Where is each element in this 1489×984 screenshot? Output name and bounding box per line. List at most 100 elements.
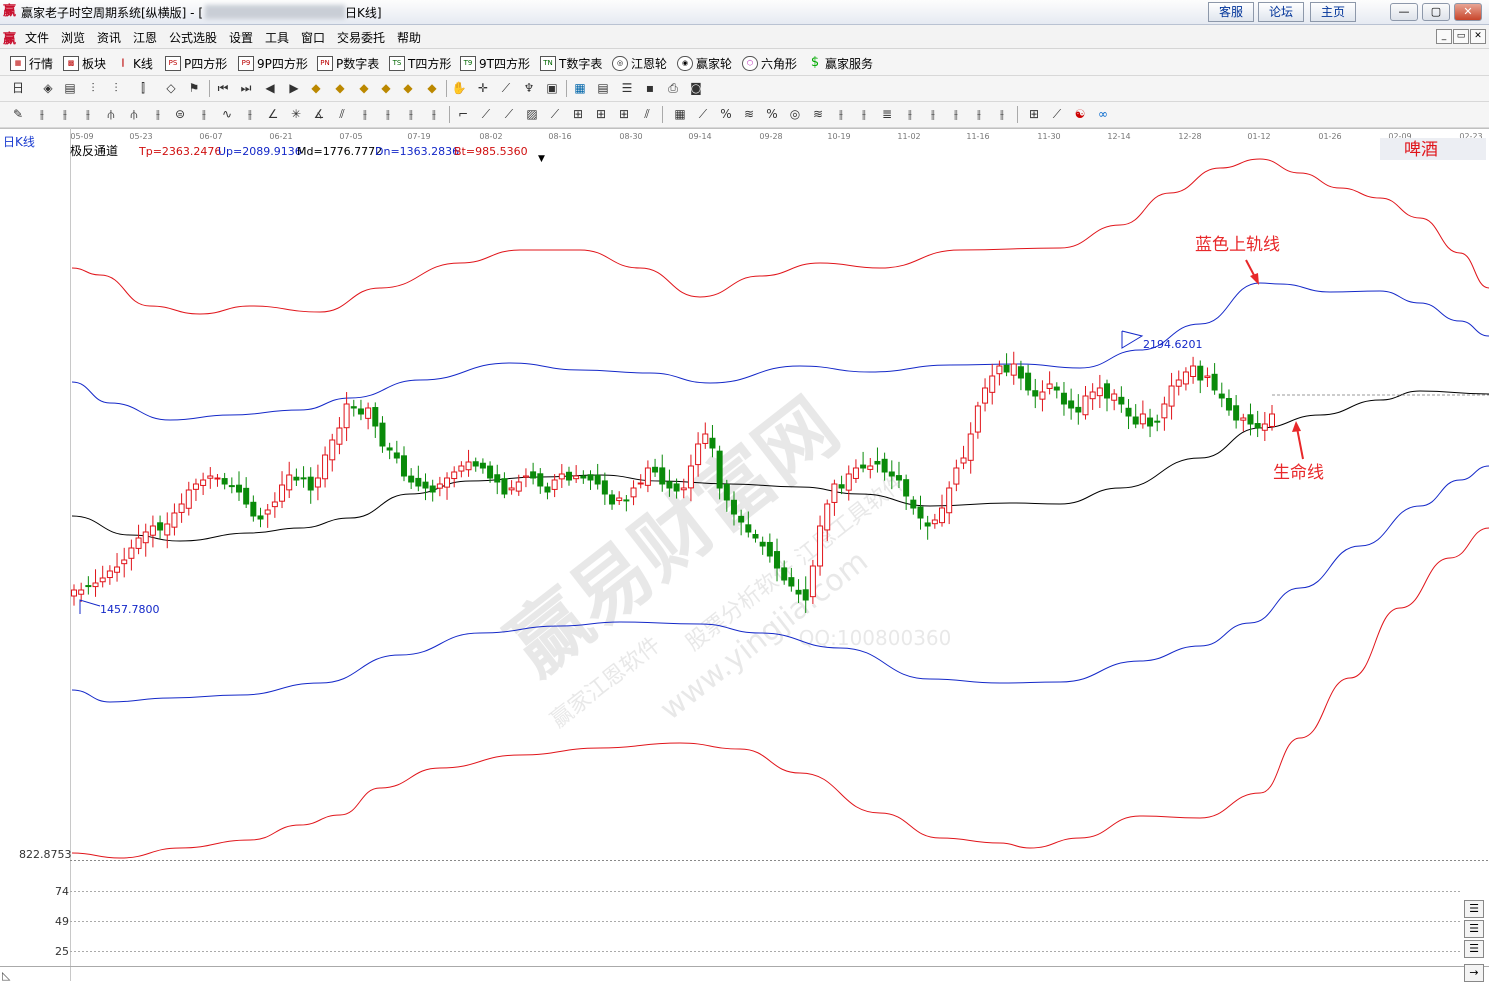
panel-button-2[interactable]: ☰: [1464, 920, 1484, 938]
tb-p-square-button[interactable]: PS P四方形: [165, 55, 227, 71]
close-button[interactable]: ✕: [1454, 3, 1482, 21]
star-icon[interactable]: ✳: [288, 107, 304, 122]
sine-icon[interactable]: ∿: [219, 107, 235, 122]
left-icon[interactable]: ◀: [262, 81, 278, 96]
menu-window[interactable]: 窗口: [301, 29, 325, 46]
flag-icon[interactable]: ⚑: [186, 81, 202, 96]
mdi-close-icon[interactable]: ✕: [1470, 29, 1486, 44]
tb-sector-button[interactable]: ▩ 板块: [63, 55, 106, 71]
tb-hexagon-button[interactable]: ⬡ 六角形: [742, 55, 797, 71]
menu-help[interactable]: 帮助: [397, 29, 421, 46]
percent-icon[interactable]: %: [718, 107, 734, 122]
zoom-fit-icon[interactable]: ◆: [356, 81, 372, 96]
minimize-button[interactable]: —: [1390, 3, 1418, 21]
mdi-minimize-icon[interactable]: _: [1436, 29, 1452, 44]
list-icon[interactable]: ☰: [619, 81, 635, 96]
pattern-icon[interactable]: ◈: [40, 81, 56, 96]
calendar-icon[interactable]: ▦: [572, 81, 588, 96]
shape-icon[interactable]: ♆: [521, 81, 537, 96]
panel-button-3[interactable]: ☰: [1464, 940, 1484, 958]
tb-winner-wheel-button[interactable]: ◉ 赢家轮: [677, 55, 732, 71]
zoom-out-icon[interactable]: ◆: [332, 81, 348, 96]
ladder6-icon[interactable]: ⫲: [242, 107, 258, 122]
mdi-restore-icon[interactable]: ▭: [1453, 29, 1469, 44]
last-icon[interactable]: ⏭: [238, 81, 254, 96]
forum-button[interactable]: 论坛: [1258, 2, 1304, 22]
tb-9p-square-button[interactable]: P9 9P四方形: [238, 55, 308, 71]
tb-t-table-button[interactable]: TN T数字表: [540, 55, 602, 71]
tb-9t-square-button[interactable]: T9 9T四方形: [460, 55, 530, 71]
menu-browse[interactable]: 浏览: [61, 29, 85, 46]
print-icon[interactable]: ⎙: [665, 81, 681, 96]
gann-grid-icon[interactable]: ⊞: [570, 107, 586, 122]
infinity-icon[interactable]: ∞: [1095, 107, 1111, 122]
gann-fan2-icon[interactable]: ⟋: [501, 107, 517, 122]
fan4-icon[interactable]: ⫲: [403, 107, 419, 122]
fib3-icon[interactable]: ◎: [787, 107, 803, 122]
crosshair-icon[interactable]: ✛: [475, 81, 491, 96]
fork2-icon[interactable]: ⫛: [126, 107, 142, 122]
gann-fan-icon[interactable]: ⟋: [478, 107, 494, 122]
zoom-in-icon[interactable]: ◆: [308, 81, 324, 96]
zoom-h-icon[interactable]: ◆: [378, 81, 394, 96]
kline-chart[interactable]: 05-09 05-23 06-07 06-21 07-05 07-19 08-02 08-16…: [0, 128, 1489, 982]
angle2-icon[interactable]: ∡: [311, 107, 327, 122]
fib7-icon[interactable]: ≣: [879, 107, 895, 122]
fib9-icon[interactable]: ⫲: [925, 107, 941, 122]
fan3-icon[interactable]: ⫲: [380, 107, 396, 122]
menu-settings[interactable]: 设置: [229, 29, 253, 46]
tb-service-button[interactable]: $ 赢家服务: [808, 55, 873, 71]
fib8-icon[interactable]: ⫲: [902, 107, 918, 122]
fib4-icon[interactable]: ≋: [810, 107, 826, 122]
gann-grid3-icon[interactable]: ⊞: [616, 107, 632, 122]
fib-icon[interactable]: ≋: [741, 107, 757, 122]
fib5-icon[interactable]: ⫲: [833, 107, 849, 122]
indicator-dropdown-icon[interactable]: ▼: [538, 154, 545, 164]
bars-up-icon[interactable]: ⫶: [85, 81, 101, 96]
ladder5-icon[interactable]: ⫲: [196, 107, 212, 122]
yin-yang-icon[interactable]: ☯: [1072, 107, 1088, 122]
fan2-icon[interactable]: ⫲: [357, 107, 373, 122]
tb-p-table-button[interactable]: PN P数字表: [317, 55, 379, 71]
menu-news[interactable]: 资讯: [97, 29, 121, 46]
fib2-icon[interactable]: %: [764, 107, 780, 122]
fib12-icon[interactable]: ⫲: [994, 107, 1010, 122]
eraser-icon[interactable]: ▣: [544, 81, 560, 96]
ladder3-icon[interactable]: ⫲: [80, 107, 96, 122]
ladder-icon[interactable]: ⫲: [34, 107, 50, 122]
table2-icon[interactable]: ▦: [672, 107, 688, 122]
angle-icon[interactable]: ∠: [265, 107, 281, 122]
maximize-button[interactable]: ▢: [1422, 3, 1450, 21]
service-button[interactable]: 客服: [1208, 2, 1254, 22]
fib11-icon[interactable]: ⫲: [971, 107, 987, 122]
hand-icon[interactable]: ✋: [451, 81, 467, 96]
zoom-all-icon[interactable]: ◆: [424, 81, 440, 96]
menu-gann[interactable]: 江恩: [133, 29, 157, 46]
trend-icon[interactable]: ⟋: [695, 107, 711, 122]
chart-line-icon[interactable]: ⟋: [1049, 107, 1065, 122]
rect-icon[interactable]: ⌐: [455, 107, 471, 122]
save-icon[interactable]: ▪: [642, 81, 658, 96]
menu-tools[interactable]: 工具: [265, 29, 289, 46]
scroll-right-button[interactable]: →: [1464, 964, 1484, 982]
gann-grid2-icon[interactable]: ⊞: [593, 107, 609, 122]
period-menu-icon[interactable]: 日: [10, 81, 26, 96]
fib10-icon[interactable]: ⫲: [948, 107, 964, 122]
chart-area[interactable]: 05-09 05-23 06-07 06-21 07-05 07-19 08-02 08-16…: [0, 128, 1489, 982]
fan-icon[interactable]: ⫽: [334, 107, 350, 122]
scroll-left-icon[interactable]: ◺: [2, 969, 11, 982]
select-icon[interactable]: ◇: [163, 81, 179, 96]
gann-box-icon[interactable]: ▨: [524, 107, 540, 122]
menu-file[interactable]: 文件: [25, 29, 49, 46]
polyline-icon[interactable]: ⟋: [498, 81, 514, 96]
camera-icon[interactable]: ◙: [688, 81, 704, 96]
notes-icon[interactable]: ▤: [62, 81, 78, 96]
tb-t-square-button[interactable]: TS T四方形: [389, 55, 451, 71]
first-icon[interactable]: ⏮: [215, 81, 231, 96]
bars-down-icon[interactable]: ⫶: [108, 81, 124, 96]
ladder4-icon[interactable]: ⫲: [150, 107, 166, 122]
pen-icon[interactable]: ✎: [10, 107, 26, 122]
gann-lines-icon[interactable]: ⫽: [639, 107, 655, 122]
fork-icon[interactable]: ⫛: [103, 107, 119, 122]
right-icon[interactable]: ▶: [286, 81, 302, 96]
